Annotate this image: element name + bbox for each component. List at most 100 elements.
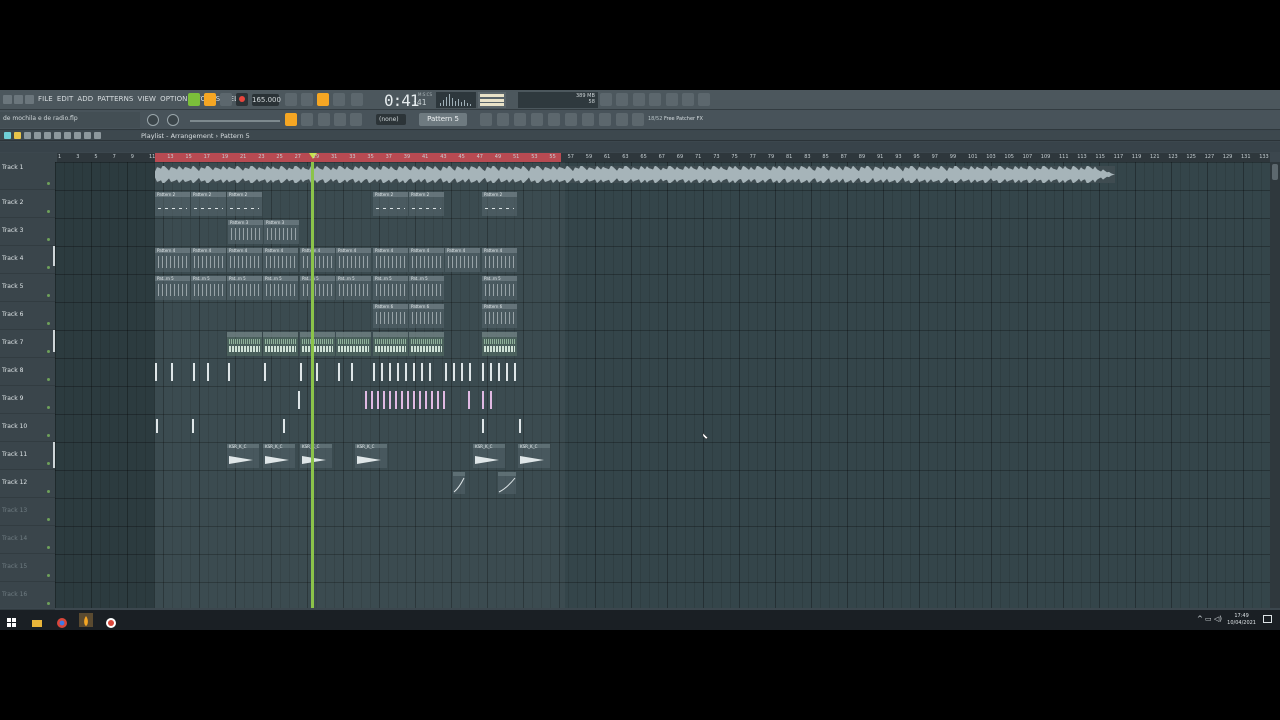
record-button[interactable] bbox=[236, 93, 248, 106]
audio-slice[interactable] bbox=[421, 363, 423, 381]
performance-icon[interactable] bbox=[632, 113, 644, 126]
pattern-clip[interactable]: Pattern 2 bbox=[155, 192, 190, 216]
zoom-icon[interactable] bbox=[84, 132, 91, 139]
save-icon[interactable] bbox=[666, 93, 678, 106]
audio-slice[interactable] bbox=[469, 363, 471, 381]
audio-slice[interactable] bbox=[490, 391, 492, 409]
help-icon[interactable] bbox=[649, 93, 661, 106]
snap-icon[interactable] bbox=[285, 113, 297, 126]
pattern-clip[interactable]: Pattern 2 bbox=[191, 192, 226, 216]
channel-rack-icon[interactable] bbox=[514, 113, 526, 126]
plugin-picker[interactable]: 18/52 Free Patcher FX bbox=[648, 116, 703, 122]
track-name[interactable]: Track 16 bbox=[2, 591, 27, 598]
audio-slice[interactable] bbox=[300, 363, 302, 381]
track-mute-led[interactable] bbox=[47, 434, 50, 437]
track-name[interactable]: Track 9 bbox=[2, 395, 23, 402]
cpu-icon[interactable] bbox=[600, 93, 612, 106]
track-name[interactable]: Track 2 bbox=[2, 199, 23, 206]
channel-selector[interactable]: (none) bbox=[376, 114, 406, 125]
pattern-clip[interactable]: Pattern 2 bbox=[482, 192, 517, 216]
audio-slice[interactable] bbox=[365, 391, 367, 409]
pattern-clip[interactable]: Pattern 4 bbox=[263, 248, 298, 272]
menu-edit[interactable]: EDIT bbox=[57, 95, 74, 103]
mixer-icon[interactable] bbox=[531, 113, 543, 126]
track-mute-led[interactable] bbox=[47, 546, 50, 549]
playlist-grid[interactable]: Pattern 2 Pattern 2 Pattern 2 Pattern 2 Patt… bbox=[55, 162, 1270, 608]
audio-slice[interactable] bbox=[155, 363, 157, 381]
fl-studio-taskbar-icon[interactable] bbox=[79, 613, 93, 627]
audio-slice[interactable] bbox=[316, 363, 318, 381]
track-mute-led[interactable] bbox=[47, 462, 50, 465]
audio-slice[interactable] bbox=[397, 363, 399, 381]
piano-roll-icon[interactable] bbox=[497, 113, 509, 126]
tools-icon[interactable] bbox=[616, 93, 628, 106]
pattern-clip[interactable]: Pattern 6 bbox=[373, 304, 408, 328]
master-volume-knob[interactable] bbox=[147, 114, 159, 126]
menu-patterns[interactable]: PATTERNS bbox=[97, 95, 133, 103]
audio-slice[interactable] bbox=[445, 363, 447, 381]
stop-button[interactable] bbox=[220, 93, 232, 106]
tempo-display[interactable]: 165.000 bbox=[252, 94, 281, 106]
file-explorer-icon[interactable] bbox=[31, 614, 43, 627]
pattern-clip[interactable]: Pattern 2 bbox=[373, 192, 408, 216]
pattern-clip[interactable]: Pattern 4 bbox=[191, 248, 226, 272]
step-seq-icon[interactable] bbox=[599, 113, 611, 126]
pattern-clip[interactable]: Pattern 3 bbox=[264, 220, 299, 244]
sample-clip[interactable]: KSR_K_C bbox=[518, 444, 550, 468]
recorder-icon[interactable] bbox=[105, 614, 117, 628]
slip-icon[interactable] bbox=[54, 132, 61, 139]
timeline-ruler[interactable]: 1 3 5 7 9 11 13 15 17 19 21 23 25 27 29 31 33 35 37 39 41 43 4… bbox=[57, 153, 1270, 162]
audio-slice[interactable] bbox=[298, 391, 300, 409]
stamp-icon[interactable] bbox=[350, 113, 362, 126]
audio-slice[interactable] bbox=[498, 363, 500, 381]
pattern-clip[interactable]: Pat..rn 5 bbox=[155, 276, 190, 300]
sample-clip[interactable]: KSR_K_C bbox=[263, 444, 295, 468]
track-name[interactable]: Track 5 bbox=[2, 283, 23, 290]
restore-icon[interactable] bbox=[14, 95, 23, 104]
pattern-clip[interactable]: Pattern 2 bbox=[227, 192, 262, 216]
notification-icon[interactable] bbox=[1263, 615, 1272, 623]
audio-slice[interactable] bbox=[156, 419, 158, 433]
paint-icon[interactable] bbox=[318, 113, 330, 126]
pattern-clip[interactable]: Pat..rn 5 bbox=[336, 276, 371, 300]
track-mute-led[interactable] bbox=[47, 322, 50, 325]
pause-button[interactable] bbox=[204, 93, 216, 106]
audio-slice[interactable] bbox=[371, 391, 373, 409]
track-name[interactable]: Track 15 bbox=[2, 563, 27, 570]
audio-slice[interactable] bbox=[351, 363, 353, 381]
audio-slice[interactable] bbox=[193, 363, 195, 381]
sample-clip[interactable]: KSR_K_C bbox=[300, 444, 332, 468]
sample-clip[interactable]: KSR_K_C bbox=[227, 444, 259, 468]
vertical-scrollbar[interactable] bbox=[1270, 162, 1280, 608]
track-mute-led[interactable] bbox=[47, 574, 50, 577]
close-icon[interactable] bbox=[25, 95, 34, 104]
audio-slice[interactable] bbox=[431, 391, 433, 409]
scroll-thumb[interactable] bbox=[1272, 164, 1278, 180]
audio-slice[interactable] bbox=[461, 363, 463, 381]
pattern-clip[interactable]: Pat..rn 5 bbox=[191, 276, 226, 300]
menu-file[interactable]: FILE bbox=[38, 95, 53, 103]
link-icon[interactable] bbox=[334, 113, 346, 126]
pattern-clip[interactable]: Pat..rn 5 bbox=[300, 276, 335, 300]
audio-slice[interactable] bbox=[506, 363, 508, 381]
audio-slice[interactable] bbox=[407, 391, 409, 409]
track-name[interactable]: Track 13 bbox=[2, 507, 27, 514]
pattern-clip[interactable] bbox=[300, 332, 335, 356]
audio-slice[interactable] bbox=[482, 363, 484, 381]
pattern-clip[interactable] bbox=[373, 332, 408, 356]
track-name[interactable]: Track 1 bbox=[2, 164, 23, 171]
audio-slice[interactable] bbox=[383, 391, 385, 409]
audio-slice[interactable] bbox=[373, 363, 375, 381]
track-mute-led[interactable] bbox=[47, 294, 50, 297]
pattern-clip[interactable]: Pattern 4 bbox=[227, 248, 262, 272]
audio-slice[interactable] bbox=[381, 363, 383, 381]
pattern-clip[interactable] bbox=[409, 332, 444, 356]
audio-slice[interactable] bbox=[443, 391, 445, 409]
audio-slice[interactable] bbox=[419, 391, 421, 409]
audio-slice[interactable] bbox=[338, 363, 340, 381]
playback-icon[interactable] bbox=[94, 132, 101, 139]
track-name[interactable]: Track 6 bbox=[2, 311, 23, 318]
windows-start-icon[interactable] bbox=[6, 614, 18, 627]
slice-icon[interactable] bbox=[64, 132, 71, 139]
audio-slice[interactable] bbox=[514, 363, 516, 381]
